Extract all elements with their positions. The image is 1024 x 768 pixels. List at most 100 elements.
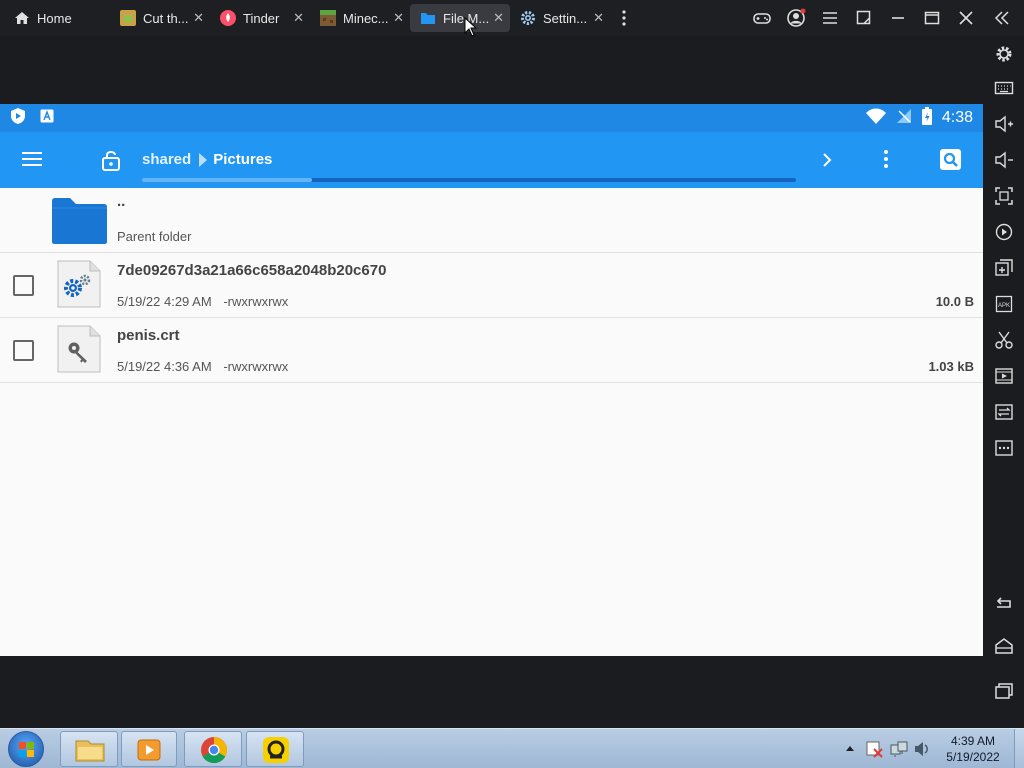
key-file-icon: [57, 325, 101, 373]
file-name: penis.crt: [117, 327, 180, 344]
unlock-icon[interactable]: [100, 149, 122, 171]
tinder-app-icon: [220, 10, 236, 26]
file-meta: 5/19/22 4:29 AM -rwxrwxrwx: [117, 294, 288, 309]
android-status-bar: 4:38: [0, 104, 983, 132]
maximize-icon[interactable]: [922, 8, 942, 28]
rotate-icon[interactable]: [994, 222, 1014, 242]
chrome-icon: [201, 736, 228, 764]
more-tabs-icon[interactable]: [614, 8, 634, 28]
volume-up-icon[interactable]: [994, 114, 1014, 134]
breadcrumb-separator-icon: [199, 152, 208, 167]
file-row[interactable]: penis.crt 5/19/22 4:36 AM -rwxrwxrwx 1.0…: [0, 318, 983, 383]
recent-apps-icon[interactable]: [994, 681, 1014, 701]
home-button-icon[interactable]: [994, 636, 1014, 656]
settings-gear-icon[interactable]: [994, 44, 1014, 64]
explorer-icon: [75, 740, 105, 762]
restore-window-icon[interactable]: [854, 8, 874, 28]
close-icon[interactable]: ✕: [393, 11, 404, 25]
account-icon[interactable]: [786, 8, 806, 28]
file-permissions: -rwxrwxrwx: [223, 294, 289, 309]
search-icon[interactable]: [940, 149, 961, 170]
tab-file-manager[interactable]: File M... ✕: [410, 4, 510, 32]
parent-folder-name: ..: [117, 193, 126, 210]
collapse-sidebar-icon[interactable]: [992, 8, 1012, 28]
more-options-icon[interactable]: [994, 438, 1014, 458]
cut-the-rope-app-icon: [120, 10, 136, 26]
multi-instance-icon[interactable]: [994, 258, 1014, 278]
close-icon[interactable]: ✕: [193, 11, 204, 25]
tab-home[interactable]: Home: [14, 4, 114, 32]
svg-text:APK: APK: [998, 303, 1010, 309]
minimize-icon[interactable]: [888, 8, 908, 28]
tab-settings[interactable]: Settin... ✕: [514, 4, 610, 32]
progress-fill: [142, 178, 313, 182]
shield-icon: [10, 107, 26, 130]
file-name: 7de09267d3a21a66c658a2048b20c670: [117, 262, 387, 279]
close-window-icon[interactable]: [956, 8, 976, 28]
breadcrumb-pictures[interactable]: Pictures: [213, 151, 272, 168]
tab-minecraft[interactable]: Minec... ✕: [314, 4, 410, 32]
settings-app-icon: [520, 10, 536, 26]
tab-cut-the-rope[interactable]: Cut th... ✕: [114, 4, 210, 32]
fullscreen-icon[interactable]: [994, 186, 1014, 206]
sync-icon[interactable]: [994, 402, 1014, 422]
gamepad-icon[interactable]: [752, 8, 772, 28]
emulator-tab-bar: Home Cut th... ✕ Tinder ✕ Minec... ✕ Fil…: [0, 0, 1024, 37]
keyboard-icon[interactable]: [994, 78, 1014, 98]
tray-volume-icon[interactable]: [913, 740, 931, 768]
chevron-right-icon[interactable]: [821, 150, 833, 174]
back-icon[interactable]: [994, 593, 1014, 613]
taskbar-chrome[interactable]: [184, 731, 242, 767]
taskbar-ldplayer[interactable]: [246, 731, 304, 767]
taskbar-media-player[interactable]: [121, 731, 177, 767]
breadcrumb: shared Pictures: [142, 151, 272, 168]
tray-action-center-icon[interactable]: [866, 740, 884, 768]
taskbar-clock[interactable]: 4:39 AM 5/19/2022: [940, 733, 1006, 765]
windows-logo-icon: [19, 742, 34, 757]
file-row[interactable]: 7de09267d3a21a66c658a2048b20c670 5/19/22…: [0, 253, 983, 318]
clock-date: 5/19/2022: [946, 750, 1000, 764]
battery-charging-icon: [921, 106, 932, 130]
file-date: 5/19/22 4:29 AM: [117, 294, 212, 309]
home-icon: [14, 10, 30, 26]
tab-tinder[interactable]: Tinder ✕: [214, 4, 310, 32]
app-bar: shared Pictures: [0, 132, 983, 188]
tray-network-icon[interactable]: [890, 740, 908, 768]
volume-down-icon[interactable]: [994, 150, 1014, 170]
media-player-icon: [137, 739, 161, 761]
video-record-icon[interactable]: [994, 366, 1014, 386]
scissors-icon[interactable]: [994, 330, 1014, 350]
close-icon[interactable]: ✕: [293, 11, 304, 25]
parent-folder-subtitle: Parent folder: [117, 229, 192, 244]
file-permissions: -rwxrwxrwx: [223, 359, 289, 374]
select-checkbox[interactable]: [13, 340, 34, 361]
show-desktop-button[interactable]: [1014, 729, 1024, 768]
status-time: 4:38: [941, 109, 973, 126]
close-icon[interactable]: ✕: [493, 11, 504, 25]
tab-label: Cut th...: [143, 10, 189, 26]
taskbar-explorer[interactable]: [60, 731, 118, 767]
breadcrumb-shared[interactable]: shared: [142, 151, 191, 168]
wifi-icon: [865, 108, 886, 129]
ldplayer-icon: [263, 737, 289, 763]
overflow-menu-icon[interactable]: [884, 150, 888, 168]
minecraft-app-icon: [320, 10, 336, 26]
tab-label: Settin...: [543, 10, 588, 26]
parent-folder-row[interactable]: .. Parent folder: [0, 188, 983, 253]
mouse-cursor-icon: [464, 16, 478, 37]
loading-progress-bar: [142, 178, 796, 182]
file-manager-app-icon: [420, 10, 436, 26]
apk-install-icon[interactable]: APK: [994, 294, 1014, 314]
file-size: 1.03 kB: [928, 359, 974, 374]
tab-label: Minec...: [343, 10, 389, 26]
menu-icon[interactable]: [820, 8, 840, 28]
no-signal-icon: [896, 108, 912, 129]
hamburger-menu-icon[interactable]: [22, 152, 42, 166]
start-button[interactable]: [8, 731, 44, 767]
file-date: 5/19/22 4:36 AM: [117, 359, 212, 374]
tray-expand-icon[interactable]: [845, 741, 855, 768]
folder-icon: [50, 197, 108, 245]
select-checkbox[interactable]: [13, 275, 34, 296]
close-icon[interactable]: ✕: [593, 11, 604, 25]
file-meta: 5/19/22 4:36 AM -rwxrwxrwx: [117, 359, 288, 374]
